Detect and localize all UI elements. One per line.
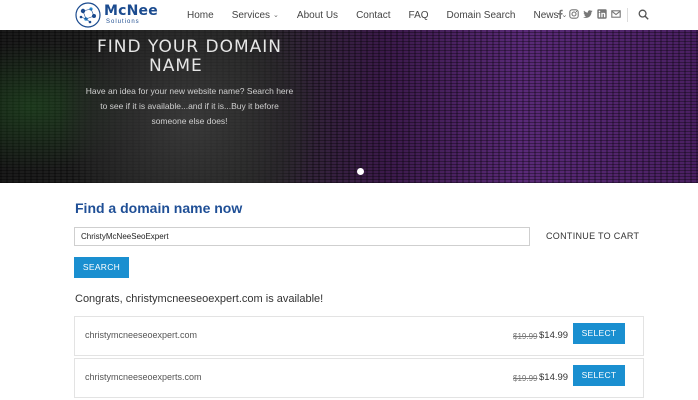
search-button[interactable]: SEARCH	[74, 257, 129, 278]
nav-contact[interactable]: Contact	[356, 10, 390, 21]
twitter-icon[interactable]	[583, 9, 593, 19]
nav-label: About Us	[296, 9, 339, 21]
select-domain-button[interactable]: SELECT	[573, 323, 625, 344]
hero-title: FIND YOUR DOMAIN NAME	[97, 38, 327, 76]
email-icon[interactable]	[611, 9, 621, 19]
logo-wordmark: McNee	[104, 3, 158, 19]
instagram-icon[interactable]	[569, 9, 579, 19]
domain-price: $14.99	[539, 372, 569, 383]
domain-result-row: christymcneeseoexpert.com $19.99 $14.99 …	[74, 316, 644, 356]
slider-dot[interactable]	[357, 168, 364, 175]
facebook-icon[interactable]	[555, 9, 565, 19]
logo-globe-icon	[75, 2, 101, 28]
nav-label: Home	[187, 9, 214, 21]
chevron-down-icon: ⌄	[273, 12, 279, 19]
hero-title-line2: NAME	[149, 56, 203, 76]
nav-domain-search[interactable]: Domain Search	[447, 10, 516, 21]
nav-label: FAQ	[408, 9, 429, 21]
main-nav: Home Services ⌄ About Us Contact FAQ Doma…	[187, 0, 585, 30]
site-header: McNee Solutions Home Services ⌄ About Us …	[0, 0, 698, 30]
social-links	[555, 9, 625, 19]
search-icon[interactable]	[638, 9, 649, 20]
domain-old-price: $19.99	[513, 332, 538, 341]
hero-banner: FIND YOUR DOMAIN NAME Have an idea for y…	[0, 30, 698, 183]
linkedin-icon[interactable]	[597, 9, 607, 19]
nav-faq[interactable]: FAQ	[409, 10, 429, 21]
domain-search-heading: Find a domain name now	[75, 200, 243, 216]
logo-tagline: Solutions	[106, 19, 140, 25]
domain-result-row: christymcneeseoexperts.com $19.99 $14.99…	[74, 358, 644, 398]
header-divider	[627, 8, 628, 22]
nav-label: Contact	[356, 9, 391, 21]
hero-title-line1: FIND YOUR DOMAIN	[97, 37, 282, 57]
nav-services[interactable]: Services ⌄	[232, 10, 279, 21]
select-domain-button[interactable]: SELECT	[573, 365, 625, 386]
nav-home[interactable]: Home	[187, 10, 214, 21]
domain-old-price: $19.99	[513, 374, 538, 383]
hero-subtitle: Have an idea for your new website name? …	[85, 86, 294, 126]
domain-result-name: christymcneeseoexperts.com	[85, 372, 202, 382]
nav-label: Services	[231, 9, 271, 21]
availability-message: Congrats, christymcneeseoexpert.com is a…	[75, 293, 324, 305]
domain-search-input[interactable]	[74, 227, 530, 246]
domain-result-name: christymcneeseoexpert.com	[85, 330, 198, 340]
site-logo[interactable]: McNee Solutions	[75, 2, 158, 28]
continue-to-cart-link[interactable]: CONTINUE TO CART	[546, 231, 639, 241]
domain-price: $14.99	[539, 330, 569, 341]
nav-label: Domain Search	[446, 9, 516, 21]
nav-about-us[interactable]: About Us	[297, 10, 338, 21]
